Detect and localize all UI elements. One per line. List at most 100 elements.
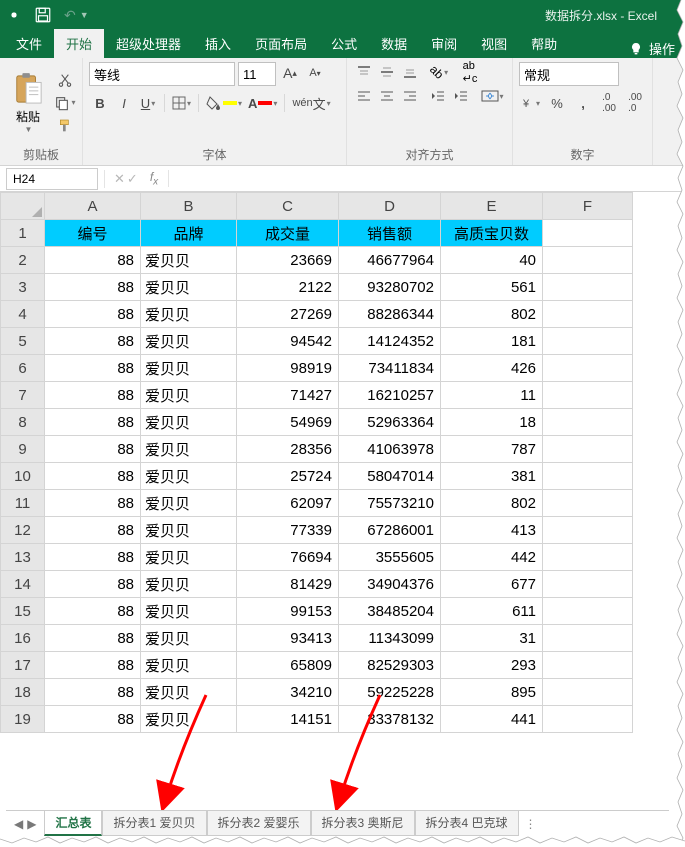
cell[interactable]: 561 [441,274,543,301]
border-button[interactable]: ▾ [170,92,193,114]
cell[interactable]: 75573210 [339,490,441,517]
font-name-select[interactable] [89,62,235,86]
row-header-14[interactable]: 14 [1,571,45,598]
row-header-5[interactable]: 5 [1,328,45,355]
cell[interactable]: 27269 [237,301,339,328]
align-center-button[interactable] [376,86,398,106]
row-header-2[interactable]: 2 [1,247,45,274]
cell[interactable]: 88 [45,679,141,706]
increase-font-button[interactable]: A▴ [279,62,301,84]
col-header-D[interactable]: D [339,193,441,220]
wrap-text-button[interactable]: ab↵c [456,62,484,82]
cell[interactable]: 54969 [237,409,339,436]
cell[interactable] [543,517,633,544]
cell[interactable]: 爱贝贝 [141,382,237,409]
copy-button[interactable]: ▾ [54,93,76,113]
cell[interactable]: 88 [45,571,141,598]
cell[interactable]: 爱贝贝 [141,544,237,571]
row-header-4[interactable]: 4 [1,301,45,328]
cell[interactable]: 441 [441,706,543,733]
cell[interactable]: 爱贝贝 [141,625,237,652]
row-header-8[interactable]: 8 [1,409,45,436]
fill-color-button[interactable]: ▾ [204,92,244,114]
cell[interactable]: 181 [441,328,543,355]
cell[interactable] [543,652,633,679]
cell[interactable]: 爱贝贝 [141,463,237,490]
row-header-9[interactable]: 9 [1,436,45,463]
align-left-button[interactable] [353,86,375,106]
cell[interactable] [543,409,633,436]
cell[interactable]: 14124352 [339,328,441,355]
undo-icon[interactable]: ↶ [64,7,76,24]
font-size-select[interactable] [238,62,276,86]
paste-button[interactable]: 粘贴 ▼ [6,72,50,134]
row-header-18[interactable]: 18 [1,679,45,706]
bold-button[interactable]: B [89,92,111,114]
cell[interactable]: 58047014 [339,463,441,490]
cell[interactable] [543,301,633,328]
row-header-3[interactable]: 3 [1,274,45,301]
cell[interactable]: 88 [45,301,141,328]
tell-me[interactable]: 操作 [628,39,681,58]
cell[interactable]: 88 [45,490,141,517]
increase-indent-button[interactable] [450,86,472,106]
cell[interactable]: 11 [441,382,543,409]
cut-button[interactable] [54,70,76,90]
cell[interactable] [543,463,633,490]
cell[interactable]: 25724 [237,463,339,490]
cell[interactable]: 88 [45,274,141,301]
cell[interactable]: 677 [441,571,543,598]
cell[interactable]: 293 [441,652,543,679]
cell[interactable]: 34904376 [339,571,441,598]
col-header-F[interactable]: F [543,193,633,220]
cell[interactable]: 40 [441,247,543,274]
cell[interactable]: 413 [441,517,543,544]
cell[interactable]: 81429 [237,571,339,598]
cell[interactable]: 77339 [237,517,339,544]
sheet-tab-0[interactable]: 汇总表 [44,811,102,836]
cell[interactable]: 88 [45,436,141,463]
fx-icon[interactable]: fx [144,170,169,187]
cell[interactable]: 34210 [237,679,339,706]
sheet-scroll-more[interactable]: ⋮ [519,817,543,831]
row-header-1[interactable]: 1 [1,220,45,247]
cell[interactable]: 88 [45,328,141,355]
cell[interactable]: 52963364 [339,409,441,436]
number-format-select[interactable] [519,62,619,86]
cell[interactable]: 38485204 [339,598,441,625]
orientation-button[interactable]: ab▾ [428,62,450,82]
cell[interactable] [543,328,633,355]
cell[interactable]: 76694 [237,544,339,571]
cell[interactable]: 爱贝贝 [141,652,237,679]
cell[interactable] [543,544,633,571]
col-header-C[interactable]: C [237,193,339,220]
row-header-16[interactable]: 16 [1,625,45,652]
tab-formulas[interactable]: 公式 [319,29,369,58]
cell[interactable]: 爱贝贝 [141,409,237,436]
enter-formula-icon[interactable]: ✓ [127,171,138,187]
sheet-nav-prev[interactable]: ◀ [14,817,23,831]
cell[interactable]: 98919 [237,355,339,382]
cell[interactable] [543,355,633,382]
row-header-13[interactable]: 13 [1,544,45,571]
align-middle-button[interactable] [376,62,398,82]
cell[interactable] [543,436,633,463]
cell[interactable] [543,571,633,598]
tab-pagelayout[interactable]: 页面布局 [243,29,319,58]
merge-button[interactable]: ▾ [478,86,506,106]
row-header-12[interactable]: 12 [1,517,45,544]
cell[interactable]: 88 [45,355,141,382]
table-header-cell[interactable]: 品牌 [141,220,237,247]
cell[interactable]: 爱贝贝 [141,355,237,382]
cell[interactable]: 爱贝贝 [141,301,237,328]
sheet-nav-next[interactable]: ▶ [27,817,36,831]
table-header-cell[interactable]: 高质宝贝数 [441,220,543,247]
save-icon[interactable] [34,6,52,24]
cell[interactable] [543,220,633,247]
table-header-cell[interactable]: 成交量 [237,220,339,247]
table-header-cell[interactable]: 销售额 [339,220,441,247]
paste-dropdown[interactable]: ▼ [24,125,33,134]
decrease-indent-button[interactable] [428,86,450,106]
tab-review[interactable]: 审阅 [419,29,469,58]
cell[interactable]: 442 [441,544,543,571]
